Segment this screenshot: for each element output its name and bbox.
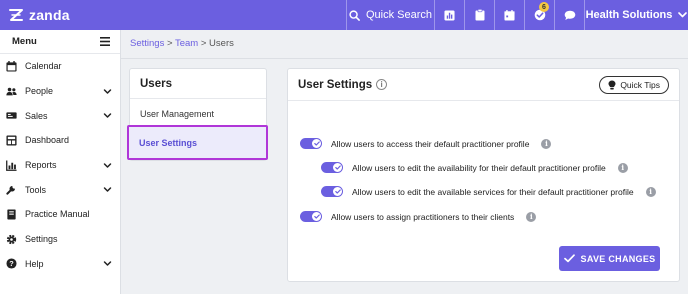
search-icon (349, 9, 360, 21)
menu-label: Menu (12, 36, 37, 47)
setting-option: Allow users to edit the available servic… (321, 186, 656, 197)
zanda-logo[interactable]: zanda (0, 7, 70, 23)
org-name: Health Solutions (585, 9, 673, 21)
option-label: Allow users to edit the availability for… (352, 162, 606, 173)
setting-option: Allow users to edit the availability for… (321, 162, 628, 173)
reports-icon (6, 160, 17, 171)
people-icon (6, 87, 17, 95)
quick-tips-button[interactable]: Quick Tips (599, 75, 669, 94)
breadcrumb-team[interactable]: Team (175, 38, 198, 49)
sidebar-item-reports[interactable]: Reports (0, 153, 120, 178)
sidebar-item-label: Dashboard (25, 135, 70, 146)
sidebar-item-label: Sales (25, 110, 48, 121)
users-panel-title: Users (130, 69, 266, 99)
dashboard-icon (6, 135, 17, 146)
breadcrumb-separator: > (198, 38, 210, 49)
save-changes-label: SAVE CHANGES (580, 253, 656, 264)
sidebar-item-label: Settings (25, 234, 58, 245)
chevron-down-icon (103, 113, 112, 118)
org-switcher[interactable]: Health Solutions (584, 0, 688, 30)
breadcrumb-separator: > (164, 38, 175, 49)
calendar-icon (6, 60, 17, 72)
chart-card-icon (444, 9, 455, 21)
save-changes-button[interactable]: SAVE CHANGES (559, 246, 660, 271)
option-label: Allow users to access their default prac… (331, 138, 530, 149)
breadcrumb-divider (121, 58, 688, 59)
chat-bubble-icon (564, 10, 575, 20)
toggle-switch[interactable] (321, 162, 343, 173)
chevron-down-icon (103, 187, 112, 193)
breadcrumb: Settings > Team > Users (130, 38, 234, 49)
sidebar-item-sales[interactable]: Sales (0, 103, 120, 128)
chevron-down-icon (103, 88, 112, 94)
help-icon: ? (6, 258, 17, 269)
sidebar-item-help[interactable]: ? Help (0, 252, 120, 277)
settings-header: User Settings i Quick Tips (288, 69, 679, 101)
page-title: User Settings (298, 78, 373, 91)
option-label: Allow users to edit the available servic… (352, 186, 634, 197)
breadcrumb-settings[interactable]: Settings (130, 38, 164, 49)
calendar-button[interactable] (494, 0, 524, 30)
sidebar-item-people[interactable]: People (0, 79, 120, 104)
quick-tips-label: Quick Tips (620, 79, 660, 90)
option-label: Allow users to assign practitioners to t… (331, 211, 515, 222)
sidebar: Menu Calendar People Sales Dashboard Rep… (0, 30, 121, 294)
toggle-switch[interactable] (300, 138, 322, 149)
chevron-down-icon (103, 261, 112, 267)
chevron-down-icon (103, 162, 112, 168)
sidebar-item-label: Practice Manual (25, 209, 90, 220)
sidebar-item-label: Tools (25, 184, 47, 195)
sidebar-item-tools[interactable]: Tools (0, 177, 120, 202)
check-icon (312, 212, 321, 221)
lightbulb-icon (608, 80, 616, 89)
setting-option: Allow users to assign practitioners to t… (300, 211, 537, 222)
top-bar: zanda Quick Search 6 Health Solutions (0, 0, 688, 30)
brand-name: zanda (29, 7, 70, 23)
svg-text:?: ? (9, 259, 14, 268)
tasks-button[interactable]: 6 (524, 0, 554, 30)
check-icon (563, 254, 575, 263)
check-icon (333, 187, 342, 196)
sidebar-item-label: Calendar (25, 61, 62, 72)
check-icon (312, 139, 321, 148)
sidebar-item-dashboard[interactable]: Dashboard (0, 128, 120, 153)
info-icon[interactable]: i (617, 162, 628, 173)
quick-search-button[interactable]: Quick Search (346, 0, 434, 30)
sidebar-item-practice-manual[interactable]: Practice Manual (0, 202, 120, 227)
clipboard-button[interactable] (464, 0, 494, 30)
menu-header: Menu (0, 30, 120, 54)
book-icon (7, 209, 16, 220)
sidebar-item-settings[interactable]: Settings (0, 227, 120, 252)
gear-icon (6, 234, 17, 244)
sidebar-item-calendar[interactable]: Calendar (0, 54, 120, 79)
zanda-logo-icon (9, 9, 23, 21)
check-icon (333, 163, 342, 172)
user-settings-link[interactable]: User Settings (127, 125, 268, 160)
notification-badge: 6 (539, 2, 549, 12)
hamburger-icon[interactable] (100, 37, 110, 46)
calendar-top-icon (504, 9, 515, 21)
sidebar-item-label: Help (25, 258, 44, 269)
users-panel: Users User Management User Settings (127, 68, 268, 161)
quick-search-label: Quick Search (365, 9, 433, 21)
messages-button[interactable] (554, 0, 584, 30)
info-icon[interactable]: i (376, 79, 388, 90)
info-icon[interactable]: i (645, 186, 656, 197)
sidebar-item-label: Reports (25, 160, 57, 171)
toggle-switch[interactable] (300, 211, 322, 222)
sidebar-item-label: People (25, 86, 54, 97)
clipboard-icon (475, 9, 484, 21)
info-icon[interactable]: i (541, 138, 552, 149)
setting-option: Allow users to access their default prac… (300, 138, 552, 149)
chevron-down-icon (678, 12, 688, 18)
info-icon[interactable]: i (526, 211, 537, 222)
report-card-button[interactable] (434, 0, 464, 30)
toggle-switch[interactable] (321, 186, 343, 197)
sales-icon (6, 112, 17, 119)
wrench-icon (6, 186, 15, 195)
breadcrumb-current: Users (209, 38, 234, 49)
